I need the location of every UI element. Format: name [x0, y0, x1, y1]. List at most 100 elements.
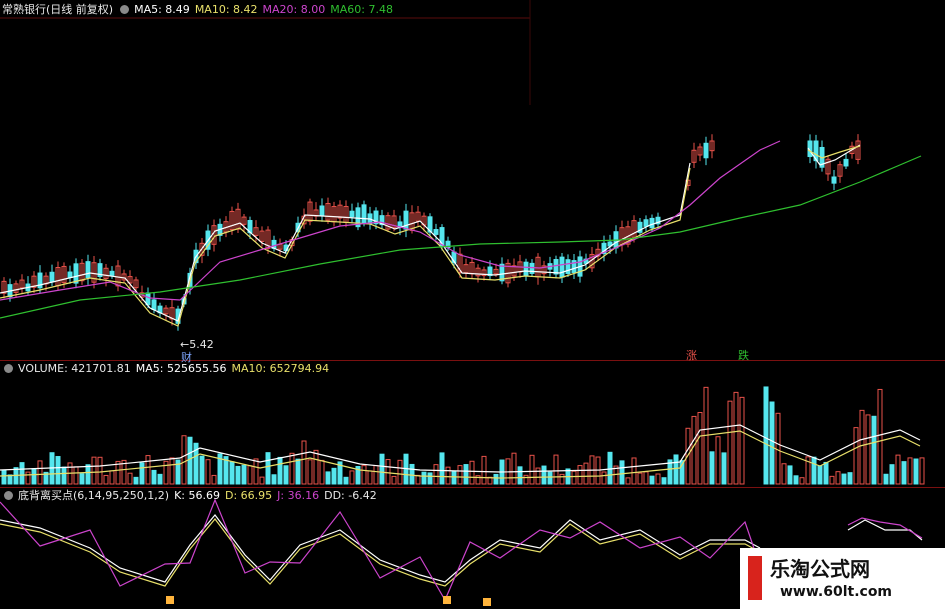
ma60-line [0, 155, 922, 319]
volume-bar [727, 400, 733, 485]
j-value-label: J: 36.16 [277, 489, 320, 502]
volume-bar [235, 465, 241, 485]
volume-bar [661, 477, 667, 485]
volume-bar [421, 471, 427, 485]
volume-bar [79, 473, 85, 485]
volume-bar [85, 464, 91, 485]
volume-bar [313, 449, 319, 485]
volume-bar [445, 466, 451, 485]
volume-bar [91, 456, 97, 485]
volume-bar [847, 472, 853, 485]
volume-bar [319, 459, 325, 485]
buy-signal-icon [483, 598, 491, 606]
d-value-label: D: 66.95 [224, 489, 273, 502]
volume-bar [211, 474, 217, 485]
volume-bar [817, 465, 823, 485]
volume-bar [325, 471, 331, 485]
volume-bar [295, 458, 301, 485]
volume-bar [265, 452, 271, 485]
volume-bar [919, 457, 925, 485]
volume-bar [7, 474, 13, 485]
volume-bar [631, 457, 637, 485]
stock-chart-canvas[interactable] [0, 0, 945, 609]
limit-down-marker[interactable]: 跌 [738, 347, 749, 363]
volume-bar [181, 435, 187, 485]
volume-bar [901, 461, 907, 485]
financial-report-marker[interactable]: 财 [181, 349, 192, 365]
volume-bar [259, 476, 265, 485]
stock-title[interactable]: 常熟银行(日线 前复权) [2, 3, 113, 16]
volume-bar [343, 476, 349, 485]
volume-bar [493, 473, 499, 485]
ma5-label: MA5: 8.49 [134, 3, 190, 16]
volume-bar [529, 454, 535, 485]
volume-bar [385, 459, 391, 485]
settings-icon[interactable] [120, 5, 130, 14]
volume-bar [349, 470, 355, 485]
volume-bar [841, 473, 847, 485]
volume-bar [289, 452, 295, 485]
volume-bar [127, 472, 133, 485]
volume-bar [799, 477, 805, 485]
watermark-logo-icon [748, 556, 762, 600]
volume-bar [427, 472, 433, 485]
volume-bar [733, 391, 739, 485]
volume-bar [469, 460, 475, 485]
buy-signal-icon [166, 596, 174, 604]
indicator-name[interactable]: 底背离买点(6,14,95,250,1,2) [18, 489, 169, 502]
volume-bar [253, 458, 259, 485]
indicator-panel-header: 底背离买点(6,14,95,250,1,2) K: 56.69 D: 66.95 J:… [2, 489, 382, 503]
volume-bar [247, 465, 253, 485]
volume-bar [19, 462, 25, 485]
limit-up-marker[interactable]: 涨 [686, 347, 697, 363]
volume-bar [643, 471, 649, 485]
candle [349, 210, 355, 218]
candle [703, 142, 709, 159]
k-value-label: K: 56.69 [174, 489, 220, 502]
volume-value-label: VOLUME: 421701.81 [18, 362, 131, 375]
volume-bar [463, 464, 469, 485]
price-panel-header: 常熟银行(日线 前复权) MA5: 8.49 MA10: 8.42 MA20: 8.0… [2, 3, 398, 17]
volume-bar [739, 396, 745, 485]
dd-value-label: DD: -6.42 [324, 489, 377, 502]
volume-bar [307, 459, 313, 485]
volume-bar [277, 456, 283, 485]
volume-bar [409, 463, 415, 485]
volume-ma10-label: MA10: 652794.94 [231, 362, 330, 375]
volume-bar [829, 475, 835, 485]
volume-bar [835, 471, 841, 485]
volume-bar [811, 456, 817, 485]
volume-bar [871, 415, 877, 485]
volume-bar [895, 454, 901, 485]
volume-bar [907, 457, 913, 485]
volume-indicator-divider [0, 487, 945, 488]
volume-bar [103, 474, 109, 485]
candle [49, 271, 55, 283]
volume-bar [673, 454, 679, 485]
volume-bar [535, 467, 541, 485]
j-line-segment [847, 517, 923, 539]
volume-bar [763, 386, 769, 485]
candle [85, 261, 91, 279]
candle [649, 217, 655, 229]
settings-icon[interactable] [4, 364, 13, 373]
candle [73, 263, 79, 284]
volume-bar [109, 470, 115, 485]
volume-bar [379, 453, 385, 485]
volume-bar [451, 471, 457, 485]
volume-bar [691, 415, 697, 485]
volume-bar [61, 466, 67, 485]
candle [553, 259, 559, 275]
volume-bar [889, 464, 895, 485]
volume-bar [883, 473, 889, 485]
candle [67, 271, 73, 278]
settings-icon[interactable] [4, 491, 13, 500]
volume-bar [151, 469, 157, 485]
volume-bar [697, 412, 703, 485]
volume-bar [25, 471, 31, 485]
volume-bar [913, 458, 919, 485]
candle [559, 256, 565, 278]
volume-bar [655, 473, 661, 485]
volume-bar [553, 454, 559, 485]
candle [319, 205, 325, 217]
